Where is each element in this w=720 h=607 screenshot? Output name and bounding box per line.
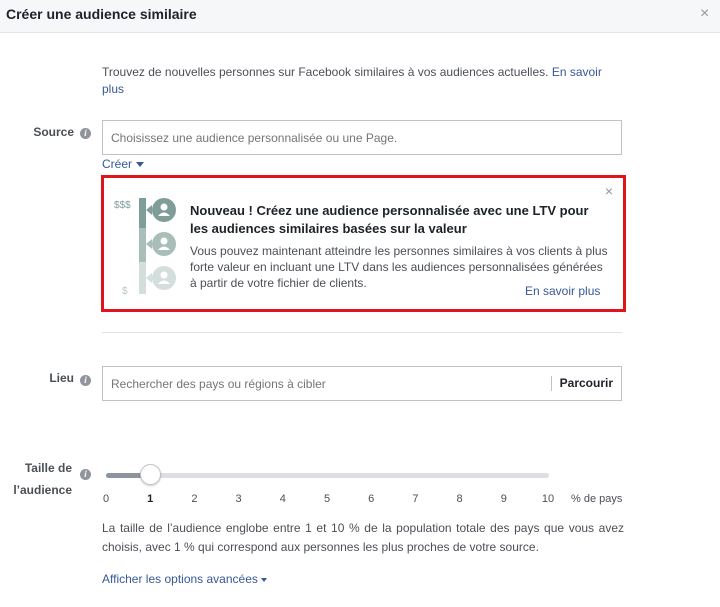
- location-info-icon[interactable]: i: [80, 375, 91, 386]
- create-dropdown[interactable]: Créer: [102, 157, 145, 171]
- slider-tick-label: 8: [456, 493, 463, 505]
- advanced-options-toggle[interactable]: Afficher les options avancées: [102, 572, 267, 586]
- create-label: Créer: [102, 157, 133, 171]
- slider-tick-label: 10: [541, 493, 555, 505]
- audience-size-info-icon[interactable]: i: [80, 469, 91, 480]
- intro-text: Trouvez de nouvelles personnes sur Faceb…: [102, 64, 602, 98]
- slider-tick-label: 9: [500, 493, 507, 505]
- ltv-promo-card: × $$$ $ Nouveau ! Créez une audience per…: [101, 175, 626, 312]
- audience-size-label: Taille de l’audience: [4, 457, 72, 501]
- promo-learn-more-link[interactable]: En savoir plus: [525, 284, 600, 298]
- audience-size-label-line1: Taille de: [24, 461, 72, 475]
- slider-tick-label: 6: [368, 493, 375, 505]
- slider-thumb[interactable]: [140, 464, 162, 485]
- chevron-down-icon: [136, 162, 145, 168]
- info-icon[interactable]: i: [80, 128, 91, 139]
- location-field: Parcourir: [102, 366, 622, 401]
- audience-size-label-line2: l’audience: [13, 483, 72, 497]
- audience-size-slider-track[interactable]: [106, 473, 549, 478]
- close-icon[interactable]: ×: [700, 6, 709, 22]
- chevron-down-icon: [260, 577, 267, 582]
- intro-description: Trouvez de nouvelles personnes sur Faceb…: [102, 65, 549, 79]
- dialog-header: Créer une audience similaire ×: [0, 0, 720, 33]
- slider-tick-label: 5: [323, 493, 331, 505]
- slider-tick-label: 2: [191, 493, 198, 505]
- graphic-high-label: $$$: [114, 200, 131, 211]
- browse-button[interactable]: Parcourir: [550, 376, 621, 391]
- dialog-title: Créer une audience similaire: [6, 6, 197, 22]
- audience-size-description: La taille de l’audience englobe entre 1 …: [102, 521, 624, 554]
- location-label: Lieu: [49, 371, 74, 385]
- promo-title: Nouveau ! Créez une audience personnalis…: [190, 203, 589, 236]
- advanced-options-label: Afficher les options avancées: [102, 572, 258, 586]
- location-search-input[interactable]: [103, 367, 533, 400]
- promo-close-icon[interactable]: ×: [605, 184, 613, 198]
- slider-tick-label: 7: [412, 493, 419, 505]
- slider-tick-label: 1: [147, 493, 154, 505]
- section-divider: [102, 332, 622, 333]
- graphic-low-label: $: [122, 286, 128, 296]
- source-label: Source: [33, 125, 74, 139]
- source-input[interactable]: [102, 120, 622, 155]
- slider-tick-label: 3: [235, 493, 242, 505]
- slider-tick-label: 0: [102, 493, 110, 505]
- slider-unit: % de pays: [571, 493, 623, 505]
- slider-tick-label: 4: [279, 493, 286, 505]
- ltv-value-graphic-icon: $$$ $: [114, 198, 176, 296]
